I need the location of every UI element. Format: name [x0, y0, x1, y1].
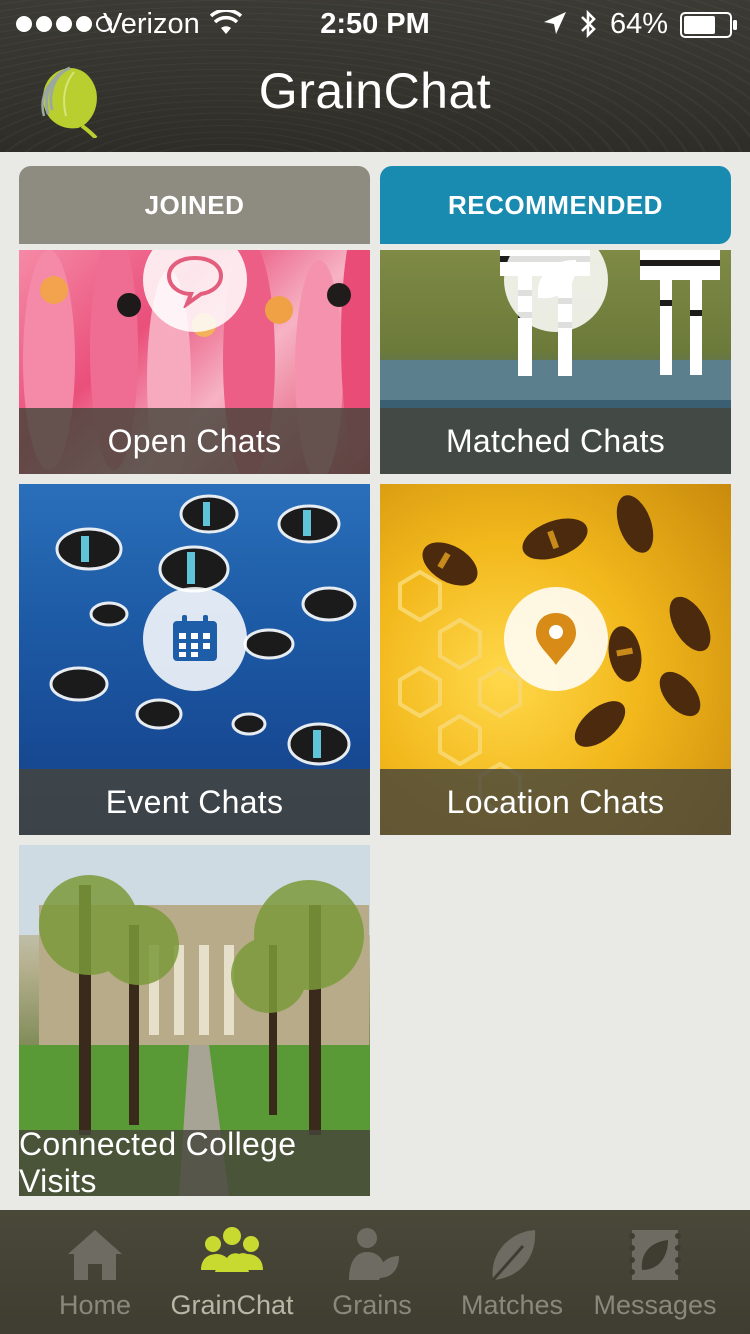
tile-label: Location Chats: [380, 769, 731, 835]
nav-home[interactable]: Home: [20, 1210, 170, 1334]
tab-joined[interactable]: JOINED: [19, 166, 370, 244]
page-title: GrainChat: [258, 63, 492, 119]
leaf-icon: [491, 1230, 536, 1281]
people-icon: [201, 1227, 263, 1272]
status-bar: Verizon 2:50 PM 64%: [0, 0, 750, 48]
nav-label: Matches: [460, 1290, 564, 1320]
tile-matched-chats[interactable]: Matched Chats: [380, 250, 731, 474]
tile-open-chats[interactable]: Open Chats: [19, 250, 370, 474]
nav-label: Grains: [332, 1290, 412, 1320]
nav-label: Home: [58, 1290, 132, 1320]
tile-label: Matched Chats: [380, 408, 731, 474]
battery-icon: [680, 12, 737, 38]
nav-matches[interactable]: Matches: [437, 1210, 587, 1334]
tile-label: Open Chats: [19, 408, 370, 474]
tile-label: Connected College Visits: [19, 1126, 370, 1196]
nav-messages[interactable]: Messages: [580, 1210, 730, 1334]
stamp-icon: [629, 1230, 681, 1280]
top-bar: Verizon 2:50 PM 64% GrainChat: [0, 0, 750, 152]
bluetooth-icon: [581, 9, 596, 39]
person-leaf-icon: [349, 1228, 399, 1280]
nav-grainchat[interactable]: GrainChat: [157, 1210, 307, 1334]
home-icon: [68, 1230, 122, 1280]
bottom-tab-bar: Home GrainChat Grains Matches Messages: [0, 1210, 750, 1334]
tile-event-chats[interactable]: Event Chats: [19, 484, 370, 835]
nav-label: GrainChat: [170, 1290, 294, 1320]
location-arrow-icon: [544, 12, 566, 34]
tab-recommended[interactable]: RECOMMENDED: [380, 166, 731, 244]
tile-location-chats[interactable]: Location Chats: [380, 484, 731, 835]
tile-label: Event Chats: [19, 769, 370, 835]
map-pin-icon: [504, 587, 608, 691]
calendar-icon: [143, 587, 247, 691]
tile-connected-college-visits[interactable]: Connected College Visits: [19, 845, 370, 1196]
battery-percent: 64%: [610, 8, 669, 40]
nav-grains[interactable]: Grains: [297, 1210, 447, 1334]
nav-label: Messages: [593, 1290, 717, 1320]
